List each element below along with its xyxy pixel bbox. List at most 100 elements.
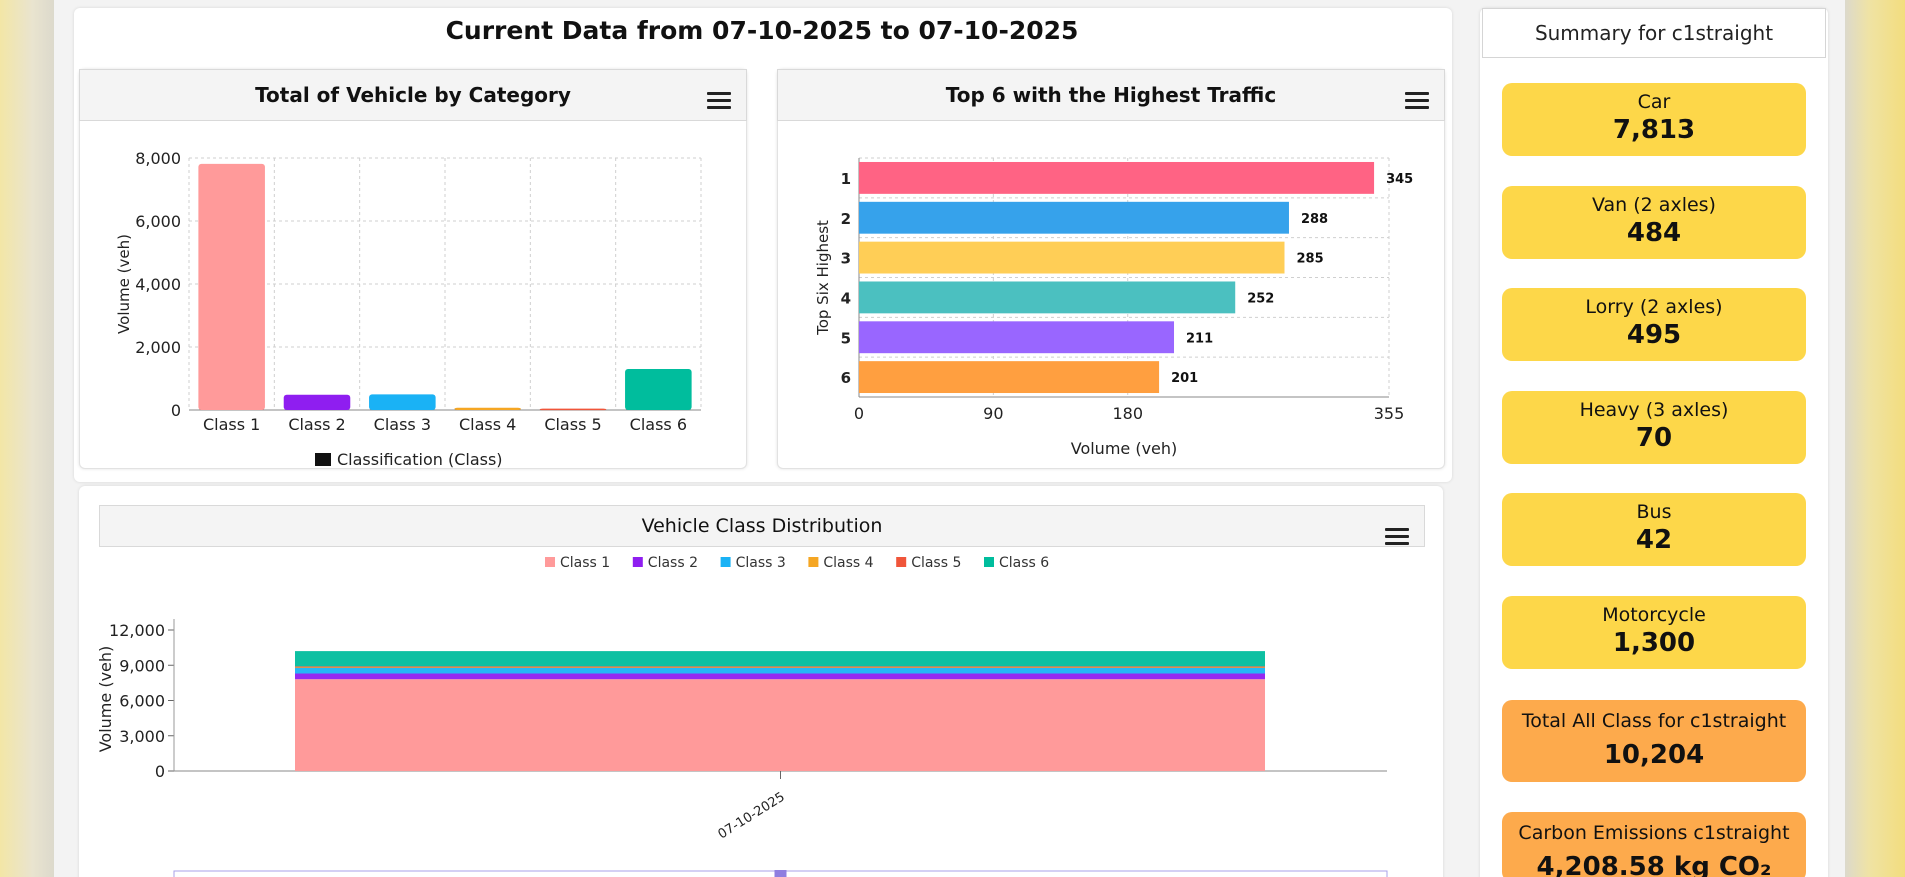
- stat-label: Van (2 axles): [1592, 194, 1716, 216]
- vehicle-category-title: Total of Vehicle by Category: [255, 83, 571, 107]
- navigator-handle: [774, 870, 787, 877]
- legend-swatch: [632, 557, 643, 567]
- page-title: Current Data from 07-10-2025 to 07-10-20…: [445, 16, 1079, 45]
- y-tick-label: 12,000: [109, 621, 165, 640]
- legend-label: Class 3: [736, 555, 786, 571]
- data-label: 345: [1386, 172, 1413, 187]
- stat-label: Motorcycle: [1602, 604, 1706, 626]
- legend-label: Class 6: [999, 555, 1049, 571]
- x-tick-label: Class 6: [630, 415, 687, 434]
- y-tick-label: 2,000: [135, 338, 181, 357]
- data-label: 252: [1247, 291, 1274, 306]
- stat-label: Car: [1637, 91, 1671, 113]
- vehicle-category-chart: 0 2,000 4,000 6,000 8,000 Class 1 Class 2 Class…: [115, 149, 702, 469]
- x-tick-label: Class 1: [203, 415, 260, 434]
- y-tick-label: 8,000: [135, 149, 181, 168]
- legend-label: Class 5: [911, 555, 961, 571]
- stat-card-lorry: Lorry (2 axles) 495: [1502, 288, 1806, 361]
- legend-swatch: [720, 557, 731, 567]
- data-label: 288: [1301, 212, 1328, 227]
- summary-title-text: Summary for c1straight: [1534, 21, 1774, 45]
- area-series: [295, 673, 1265, 680]
- legend-swatch: [984, 557, 994, 567]
- stat-value: 10,204: [1603, 740, 1705, 770]
- top-traffic-chart: 0 90 180 355 1 345 2 288 3 285 4 252 5 211 6 201 Top Six…: [814, 157, 1413, 458]
- stat-card-carbon: Carbon Emissions c1straight 4,208.58 kg …: [1502, 812, 1806, 877]
- x-tick-label: 90: [983, 404, 1003, 423]
- stat-card-total: Total All Class for c1straight 10,204: [1502, 700, 1806, 782]
- x-tick-label: 07-10-2025: [716, 790, 788, 843]
- stat-card-motorcycle: Motorcycle 1,300: [1502, 596, 1806, 669]
- stat-value: 4,208.58 kg CO₂: [1536, 852, 1772, 877]
- bar: [283, 394, 351, 410]
- y-tick-label: 0: [155, 762, 165, 781]
- area-series: [295, 666, 1265, 668]
- vehicle-category-header: Total of Vehicle by Category: [79, 69, 747, 121]
- x-tick-label: Class 2: [288, 415, 345, 434]
- y-tick-label: 1: [841, 170, 851, 188]
- y-tick-label: 9,000: [119, 656, 165, 675]
- bar: [859, 361, 1160, 394]
- data-label: 201: [1171, 371, 1198, 386]
- y-tick-label: 4,000: [135, 275, 181, 294]
- distribution-title: Vehicle Class Distribution: [641, 515, 883, 537]
- data-label: 285: [1296, 252, 1323, 267]
- y-tick-label: 5: [841, 329, 851, 347]
- x-tick-label: Class 3: [374, 415, 431, 434]
- x-tick-label: 0: [854, 404, 864, 423]
- y-axis-label: Volume (veh): [115, 234, 133, 334]
- legend-label: Class 4: [823, 555, 873, 571]
- y-tick-label: 6: [841, 369, 851, 387]
- legend-swatch: [315, 453, 331, 466]
- left-page-edge: [0, 0, 54, 877]
- y-tick-label: 6,000: [135, 212, 181, 231]
- y-tick-label: 3: [841, 250, 851, 268]
- bar: [859, 281, 1236, 314]
- legend-swatch: [808, 557, 819, 567]
- hamburger-menu-icon[interactable]: [1385, 528, 1409, 546]
- y-axis-label: Volume (veh): [96, 646, 115, 753]
- legend-label: Classification (Class): [337, 450, 503, 469]
- bar: [859, 321, 1175, 354]
- area-series: [295, 667, 1265, 674]
- y-axis-label: Top Six Highest: [814, 220, 832, 336]
- data-label: 211: [1186, 331, 1213, 346]
- hamburger-menu-icon[interactable]: [707, 92, 731, 110]
- stat-value: 42: [1635, 525, 1673, 555]
- stat-label: Heavy (3 axles): [1579, 399, 1729, 421]
- bar: [859, 161, 1375, 194]
- bar: [859, 201, 1289, 234]
- stat-value: 70: [1635, 423, 1673, 453]
- x-tick-label: 180: [1112, 404, 1143, 423]
- x-tick-label: Class 5: [544, 415, 601, 434]
- legend-label: Class 2: [648, 555, 698, 571]
- stat-label: Lorry (2 axles): [1585, 296, 1723, 318]
- stat-value: 495: [1626, 320, 1682, 350]
- distribution-header: Vehicle Class Distribution: [99, 505, 1425, 547]
- stat-value: 484: [1626, 218, 1682, 248]
- distribution-chart: Class 1 Class 2 Class 3 Class 4 Class 5 Class…: [96, 555, 1388, 877]
- legend-label: Class 1: [560, 555, 610, 571]
- y-tick-label: 3,000: [119, 727, 165, 746]
- y-tick-label: 4: [841, 289, 851, 307]
- stat-card-bus: Bus 42: [1502, 493, 1806, 566]
- y-tick-label: 6,000: [119, 692, 165, 711]
- summary-title: Summary for c1straight: [1482, 8, 1826, 58]
- area-series: [295, 679, 1265, 771]
- hamburger-menu-icon[interactable]: [1405, 92, 1429, 110]
- legend-swatch: [896, 557, 907, 567]
- x-tick-label: Class 4: [459, 415, 516, 434]
- x-tick-label: 355: [1374, 404, 1405, 423]
- bar: [454, 407, 521, 410]
- bar: [369, 394, 436, 410]
- stat-card-van: Van (2 axles) 484: [1502, 186, 1806, 259]
- legend-swatch: [545, 557, 555, 567]
- stat-label: Bus: [1636, 501, 1672, 523]
- x-axis-label: Volume (veh): [1071, 439, 1178, 458]
- stat-label: Total All Class for c1straight: [1521, 710, 1787, 732]
- right-page-edge: [1845, 0, 1905, 877]
- stat-card-car: Car 7,813: [1502, 83, 1806, 156]
- y-tick-label: 0: [171, 401, 181, 420]
- top-traffic-header: Top 6 with the Highest Traffic: [777, 69, 1445, 121]
- bar: [198, 163, 265, 410]
